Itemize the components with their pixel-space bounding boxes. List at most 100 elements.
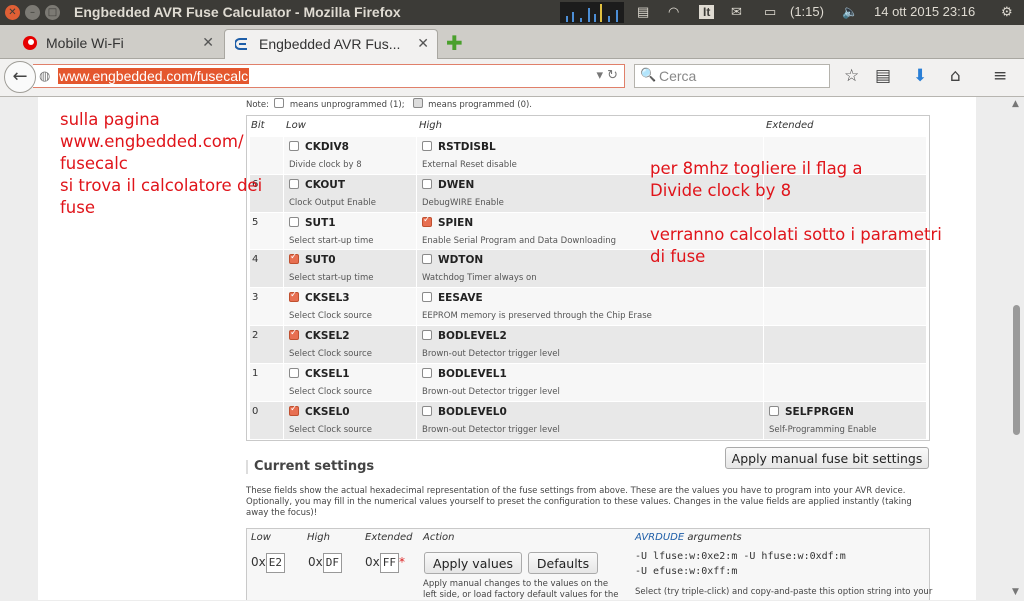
apply-manual-fuse-button[interactable]: Apply manual fuse bit settings (725, 447, 929, 469)
avrdude-link[interactable]: AVRDUDE (635, 532, 684, 543)
window-minimize-icon[interactable]: – (25, 5, 40, 20)
defaults-button[interactable]: Defaults (528, 552, 598, 574)
notes-icon[interactable]: ▤ (637, 4, 649, 20)
tab-fuse-calculator[interactable]: Engbedded AVR Fus... ✕ (224, 29, 438, 59)
download-arrow-icon[interactable]: ⬇ (913, 66, 927, 86)
header-extended: Extended (766, 120, 814, 131)
tab-close-icon[interactable]: ✕ (417, 35, 429, 52)
bit-number: 1 (252, 367, 259, 379)
fuse-cell-low: CKSEL2 Select Clock source (286, 326, 416, 363)
bookmark-star-icon[interactable]: ☆ (844, 66, 859, 86)
wifi-icon[interactable]: ◠ (668, 4, 679, 20)
fuse-description: Select Clock source (289, 311, 372, 322)
fuse-option[interactable]: BODLEVEL2 (422, 330, 507, 342)
fuse-option[interactable]: DWEN (422, 178, 474, 191)
fuse-checkbox[interactable] (289, 404, 299, 416)
fuse-option[interactable]: CKSEL0 (289, 404, 350, 418)
column-divider (416, 212, 417, 250)
bit-number: 3 (252, 292, 259, 304)
fuse-description: Clock Output Enable (289, 197, 376, 208)
fuse-description: Brown-out Detector trigger level (422, 349, 560, 359)
settings-gear-icon[interactable]: ⚙ (1001, 4, 1013, 20)
fuse-option[interactable]: EESAVE (422, 292, 483, 304)
annotation-right-1: per 8mhz togliere il flag a Divide clock… (650, 158, 863, 202)
header-extended: Extended (365, 532, 413, 543)
fuse-checkbox[interactable] (289, 290, 299, 303)
fuse-checkbox[interactable] (422, 215, 432, 227)
low-fuse-input[interactable]: E2 (265, 553, 285, 573)
fuse-option[interactable]: SELFPRGEN (769, 405, 854, 418)
fuse-checkbox[interactable] (422, 141, 432, 151)
extended-fuse-input[interactable]: FF (379, 553, 399, 573)
new-tab-plus-icon[interactable]: ✚ (446, 31, 463, 55)
hex-prefix: 0x (365, 555, 380, 569)
high-fuse-input[interactable]: DF (322, 553, 342, 573)
fuse-option[interactable]: BODLEVEL1 (422, 367, 507, 380)
fuse-option[interactable]: WDTON (422, 254, 483, 266)
window-close-icon[interactable]: ✕ (5, 5, 20, 20)
avrdude-args-line2[interactable]: -U efuse:w:0xff:m (635, 566, 737, 577)
tab-strip: Mobile Wi-Fi ✕ Engbedded AVR Fus... ✕ (0, 25, 1024, 59)
fuse-checkbox[interactable] (289, 328, 299, 340)
clock[interactable]: 14 ott 2015 23:16 (874, 4, 975, 19)
fuse-option[interactable]: CKSEL2 (289, 328, 350, 342)
scroll-down-icon[interactable]: ▼ (1012, 587, 1019, 597)
volume-icon[interactable]: 🔈 (842, 4, 858, 20)
fuse-checkbox[interactable] (422, 367, 432, 378)
url-text[interactable]: www.engbedded.com/fusecalc (58, 68, 250, 84)
annotation-line: Divide clock by 8 (650, 181, 792, 200)
reload-icon[interactable]: ▾ ↻ (596, 68, 618, 83)
home-icon[interactable]: ⌂ (950, 66, 961, 86)
fuse-name: CKDIV8 (305, 141, 349, 153)
keyboard-layout-indicator[interactable]: It (699, 5, 715, 19)
fuse-option[interactable]: CKDIV8 (289, 141, 349, 153)
fuse-option[interactable]: BODLEVEL0 (422, 405, 507, 418)
fuse-checkbox[interactable] (769, 405, 779, 416)
vertical-scrollbar[interactable]: ▲ ▼ (1009, 97, 1024, 600)
battery-icon[interactable]: ▭ (764, 4, 776, 20)
mail-icon[interactable]: ✉ (731, 4, 742, 20)
menu-hamburger-icon[interactable]: ≡ (993, 66, 1007, 86)
tab-close-icon[interactable]: ✕ (202, 34, 214, 51)
fuse-checkbox[interactable] (422, 330, 432, 340)
column-divider (416, 288, 417, 326)
fuse-row: 0 CKSEL0 Select Clock source BODLEVEL0 Brown… (250, 400, 926, 439)
fuse-option[interactable]: CKSEL3 (289, 290, 350, 304)
fuse-row: 1 CKSEL1 Select Clock source BODLEVEL1 Brown… (250, 362, 926, 401)
fuse-checkbox[interactable] (422, 292, 432, 303)
fuse-checkbox[interactable] (422, 254, 432, 265)
fuse-option[interactable]: CKSEL1 (289, 367, 350, 380)
column-divider (763, 363, 764, 401)
window-maximize-icon[interactable]: □ (45, 5, 60, 20)
fuse-option[interactable]: SPIEN (422, 215, 473, 229)
fuse-checkbox[interactable] (289, 367, 299, 378)
reading-list-icon[interactable]: ▤ (875, 66, 891, 86)
fuse-checkbox[interactable] (422, 405, 432, 416)
url-bar[interactable]: ◍ www.engbedded.com/fusecalc ▾ ↻ (33, 64, 625, 88)
fuse-option[interactable]: RSTDISBL (422, 141, 496, 153)
scroll-thumb[interactable] (1013, 305, 1020, 435)
fuse-option[interactable]: SUT1 (289, 216, 336, 229)
fuse-cell-low: CKOUT Clock Output Enable (286, 175, 416, 212)
annotation-left: sulla pagina www.engbedded.com/ fusecalc… (60, 109, 262, 219)
fuse-name: CKOUT (305, 178, 345, 191)
avrdude-args-line1[interactable]: -U lfuse:w:0xe2:m -U hfuse:w:0xdf:m (635, 551, 846, 562)
fuse-checkbox[interactable] (289, 178, 299, 189)
apply-values-button[interactable]: Apply values (424, 552, 522, 574)
annotation-line: per 8mhz togliere il flag a (650, 159, 863, 178)
back-arrow-icon[interactable]: ← (4, 61, 36, 93)
scroll-up-icon[interactable]: ▲ (1012, 99, 1019, 109)
fuse-option[interactable]: CKOUT (289, 178, 345, 191)
fuse-option[interactable]: SUT0 (289, 252, 336, 266)
column-divider (283, 288, 284, 326)
fuse-checkbox[interactable] (289, 216, 299, 227)
tab-mobile-wifi[interactable]: Mobile Wi-Fi ✕ (12, 29, 222, 58)
fuse-checkbox[interactable] (289, 141, 299, 151)
vodafone-icon (23, 36, 37, 50)
fuse-checkbox[interactable] (422, 178, 432, 189)
header-avrdude: AVRDUDE arguments (635, 532, 742, 543)
window-title: Engbedded AVR Fuse Calculator - Mozilla … (74, 4, 401, 20)
header-low: Low (251, 532, 271, 543)
fuse-checkbox[interactable] (289, 252, 299, 265)
search-input[interactable]: 🔍 Cerca (634, 64, 830, 88)
